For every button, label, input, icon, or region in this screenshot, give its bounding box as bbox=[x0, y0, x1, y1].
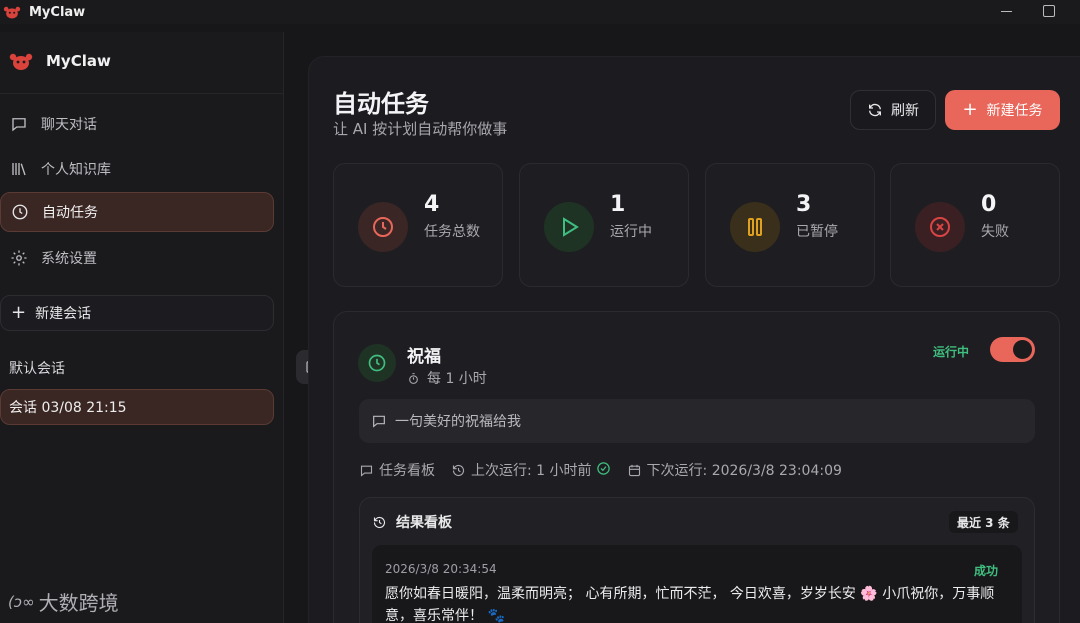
task-meta: 任务看板 上次运行: 1 小时前 下次运行: 2026/3/8 23:04:09 bbox=[359, 461, 858, 479]
refresh-button[interactable]: 刷新 bbox=[850, 90, 936, 130]
watermark: (ↄ∞ 大数跨境 bbox=[8, 587, 119, 616]
stat-card-failed: 0 失败 bbox=[890, 163, 1060, 287]
stat-value: 0 bbox=[981, 192, 997, 217]
task-schedule-text: 每 1 小时 bbox=[427, 371, 487, 387]
task-board-link[interactable]: 任务看板 bbox=[359, 460, 435, 480]
stat-card-paused: 3 已暂停 bbox=[705, 163, 875, 287]
result-text: 愿你如春日暖阳，温柔而明亮； 心有所期，忙而不茫， 今日欢喜，岁岁长安 🌸 小爪… bbox=[385, 586, 995, 623]
sidebar-item-label: 系统设置 bbox=[41, 251, 97, 267]
sidebar-item-label: 个人知识库 bbox=[41, 162, 111, 178]
stat-label: 失败 bbox=[981, 224, 1009, 240]
stat-icon-failed bbox=[915, 202, 965, 252]
results-title: 结果看板 bbox=[372, 512, 452, 532]
result-status: 成功 bbox=[974, 564, 999, 578]
stat-icon-paused bbox=[730, 202, 780, 252]
session-label: 会话 03/08 21:15 bbox=[9, 400, 127, 416]
task-schedule: 每 1 小时 bbox=[407, 368, 487, 388]
sidebar-item-label: 聊天对话 bbox=[41, 117, 97, 133]
next-run-text: 下次运行: 2026/3/8 23:04:09 bbox=[646, 463, 842, 479]
next-run: 下次运行: 2026/3/8 23:04:09 bbox=[627, 460, 842, 480]
minimize-button[interactable] bbox=[998, 3, 1014, 19]
results-board: 结果看板 最近 3 条 2026/3/8 20:34:54 成功 愿你如春日暖阳… bbox=[359, 497, 1035, 623]
library-icon bbox=[12, 163, 26, 176]
stat-value: 3 bbox=[796, 192, 812, 217]
claw-logo-icon bbox=[3, 6, 21, 19]
stat-label: 运行中 bbox=[610, 224, 652, 240]
page-subtitle: 让 AI 按计划自动帮你做事 bbox=[333, 120, 508, 138]
message-icon bbox=[373, 415, 385, 428]
sidebar-item-chat[interactable]: 聊天对话 bbox=[0, 104, 274, 144]
message-icon bbox=[360, 465, 373, 477]
new-task-label: 新建任务 bbox=[986, 103, 1043, 119]
last-run: 上次运行: 1 小时前 bbox=[451, 460, 611, 480]
task-board-label: 任务看板 bbox=[379, 463, 435, 479]
sidebar-divider bbox=[0, 93, 283, 94]
pause-icon bbox=[748, 218, 762, 236]
sidebar: MyClaw 聊天对话 个人知识库 自动任务 系统设置 + 新建会话 默认会话 … bbox=[0, 32, 284, 623]
chat-icon bbox=[12, 118, 26, 132]
new-chat-label: 新建会话 bbox=[35, 306, 92, 322]
error-circle-icon bbox=[930, 217, 950, 237]
recent-count-badge: 最近 3 条 bbox=[949, 511, 1018, 533]
task-card: 祝福 每 1 小时 运行中 一句美好的祝福给我 任务看板 上次运行: 1 小时前… bbox=[333, 311, 1060, 623]
brand: MyClaw bbox=[9, 50, 111, 72]
sidebar-item-settings[interactable]: 系统设置 bbox=[0, 238, 274, 278]
result-item: 2026/3/8 20:34:54 成功 愿你如春日暖阳，温柔而明亮； 心有所期… bbox=[372, 545, 1022, 623]
gear-icon bbox=[11, 250, 27, 266]
sidebar-item-label: 自动任务 bbox=[42, 205, 98, 221]
new-chat-button[interactable]: + 新建会话 bbox=[0, 295, 274, 331]
toggle-knob bbox=[1013, 340, 1032, 359]
stat-icon-running bbox=[544, 202, 594, 252]
stat-card-running: 1 运行中 bbox=[519, 163, 689, 287]
task-name: 祝福 bbox=[407, 347, 441, 367]
stat-card-total: 4 任务总数 bbox=[333, 163, 503, 287]
stat-value: 1 bbox=[610, 192, 626, 217]
success-check-icon bbox=[592, 461, 611, 480]
task-status: 运行中 bbox=[933, 345, 970, 359]
clock-icon bbox=[12, 204, 28, 220]
stat-value: 4 bbox=[424, 192, 440, 217]
window-title: MyClaw bbox=[29, 4, 86, 20]
sidebar-item-knowledge[interactable]: 个人知识库 bbox=[0, 149, 274, 189]
page-title: 自动任务 bbox=[333, 90, 429, 118]
new-task-button[interactable]: + 新建任务 bbox=[945, 90, 1060, 130]
task-enable-toggle[interactable] bbox=[990, 337, 1035, 362]
section-label: 默认会话 bbox=[9, 361, 65, 377]
watermark-logo-icon: (ↄ∞ bbox=[8, 592, 35, 611]
session-item[interactable]: 会话 03/08 21:15 bbox=[0, 389, 274, 425]
maximize-button[interactable] bbox=[1041, 3, 1057, 19]
plus-icon: + bbox=[11, 302, 27, 323]
stat-icon-total bbox=[358, 202, 408, 252]
result-time: 2026/3/8 20:34:54 bbox=[385, 562, 497, 576]
timer-icon bbox=[409, 372, 418, 384]
play-icon bbox=[563, 217, 579, 237]
refresh-icon bbox=[869, 103, 881, 117]
clock-icon bbox=[368, 354, 386, 372]
stat-label: 已暂停 bbox=[796, 224, 838, 240]
title-bar: MyClaw bbox=[0, 0, 1080, 24]
results-title-text: 结果看板 bbox=[396, 515, 452, 531]
task-icon bbox=[358, 344, 396, 382]
claw-logo-icon bbox=[9, 53, 33, 70]
plus-icon: + bbox=[962, 99, 978, 120]
sidebar-item-tasks[interactable]: 自动任务 bbox=[0, 192, 274, 232]
history-icon bbox=[452, 464, 465, 476]
watermark-text: 大数跨境 bbox=[38, 591, 119, 615]
clock-icon bbox=[373, 217, 393, 237]
brand-name: MyClaw bbox=[46, 52, 111, 70]
task-prompt-text: 一句美好的祝福给我 bbox=[395, 414, 521, 430]
history-icon bbox=[373, 516, 386, 528]
task-prompt: 一句美好的祝福给我 bbox=[359, 399, 1035, 443]
refresh-label: 刷新 bbox=[891, 103, 919, 119]
last-run-text: 上次运行: 1 小时前 bbox=[471, 463, 592, 479]
stat-label: 任务总数 bbox=[424, 224, 480, 240]
calendar-icon bbox=[628, 464, 640, 476]
